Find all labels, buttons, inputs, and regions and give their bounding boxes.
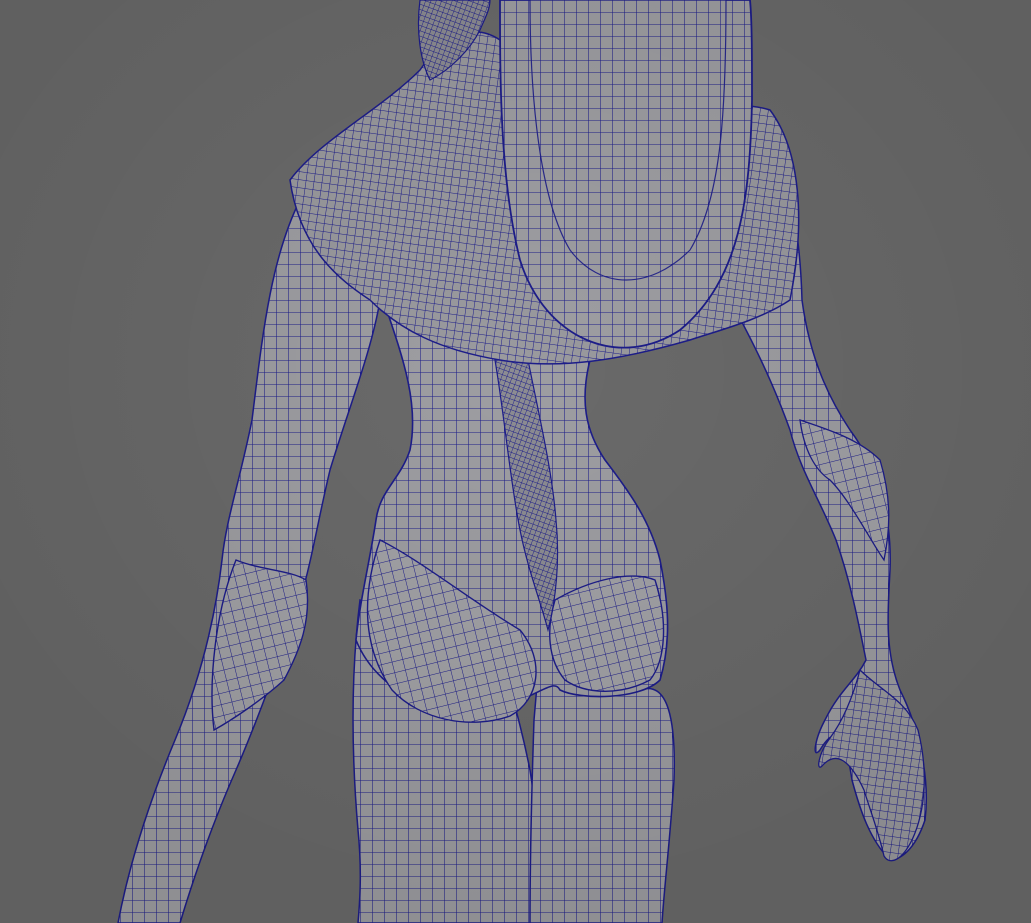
3d-viewport[interactable] [0,0,1031,923]
ambient-shading [0,0,1031,923]
creature-model[interactable] [0,0,1031,923]
viewport-canvas [0,0,1031,923]
